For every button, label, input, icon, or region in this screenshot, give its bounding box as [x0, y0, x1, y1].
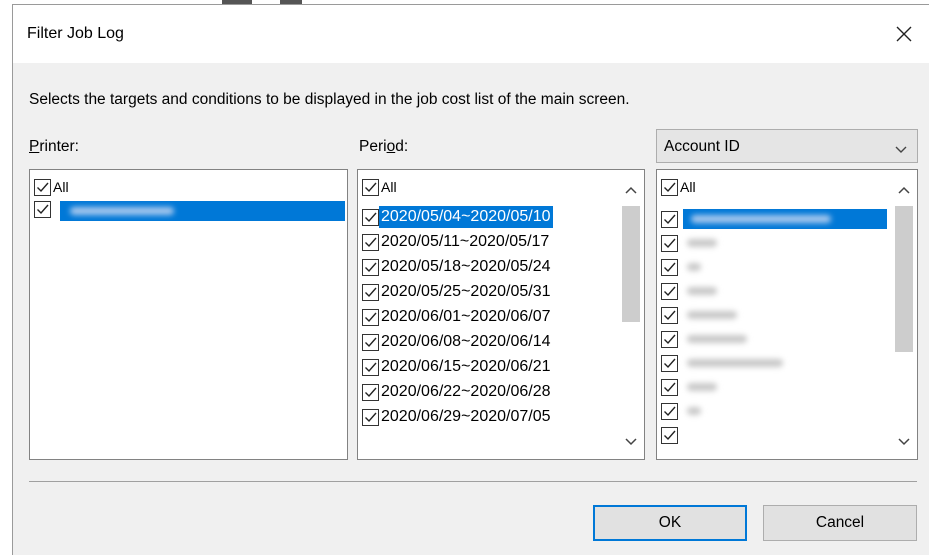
checkbox[interactable] — [34, 178, 51, 196]
checkbox[interactable] — [661, 282, 678, 300]
scroll-up-icon[interactable] — [623, 184, 639, 196]
redacted-text — [687, 335, 747, 343]
account-item[interactable] — [661, 208, 678, 230]
account-item[interactable] — [661, 376, 678, 398]
checkbox[interactable] — [661, 402, 678, 420]
period-list[interactable]: All 2020/05/04~2020/05/10 2020/05/11~202… — [357, 169, 645, 460]
checkbox[interactable] — [661, 178, 678, 196]
period-item[interactable]: 2020/06/01~2020/06/07 — [362, 306, 553, 328]
scroll-down-icon[interactable] — [623, 436, 639, 448]
checkbox[interactable] — [661, 426, 678, 444]
checkbox[interactable] — [362, 383, 379, 401]
account-item[interactable] — [661, 256, 678, 278]
period-item[interactable]: 2020/06/22~2020/06/28 — [362, 381, 553, 403]
printer-item-all[interactable]: All — [34, 176, 71, 198]
account-item[interactable] — [661, 328, 678, 350]
separator — [29, 481, 917, 482]
printer-list[interactable]: All — [29, 169, 348, 460]
account-item[interactable] — [661, 232, 678, 254]
redacted-text — [687, 383, 717, 391]
redacted-text — [687, 287, 717, 295]
scrollbar-thumb[interactable] — [622, 206, 640, 322]
dropdown-value: Account ID — [664, 138, 740, 155]
scroll-up-icon[interactable] — [896, 184, 912, 196]
checkbox[interactable] — [661, 378, 678, 396]
period-item[interactable]: 2020/06/29~2020/07/05 — [362, 406, 553, 428]
period-item[interactable]: 2020/05/18~2020/05/24 — [362, 256, 553, 278]
checkbox[interactable] — [362, 258, 379, 276]
ok-button[interactable]: OK — [593, 505, 747, 541]
chevron-down-icon — [895, 141, 907, 159]
account-id-list[interactable]: All — [656, 169, 918, 460]
checkbox[interactable] — [362, 408, 379, 426]
redacted-text — [687, 239, 717, 247]
account-item-all[interactable]: All — [661, 176, 698, 198]
printer-label: Printer: — [29, 138, 79, 155]
period-item[interactable]: 2020/06/08~2020/06/14 — [362, 331, 553, 353]
filter-job-log-dialog: Filter Job Log Selects the targets and c… — [12, 4, 929, 555]
dialog-title: Filter Job Log — [27, 25, 124, 42]
cancel-button[interactable]: Cancel — [763, 505, 917, 541]
period-item[interactable]: 2020/05/11~2020/05/17 — [362, 231, 551, 253]
redacted-text — [687, 407, 701, 415]
account-item[interactable] — [661, 400, 678, 422]
period-label: Period: — [359, 138, 409, 155]
scroll-down-icon[interactable] — [896, 436, 912, 448]
checkbox[interactable] — [362, 178, 379, 196]
period-item[interactable]: 2020/05/04~2020/05/10 — [362, 206, 553, 228]
printer-item-redacted[interactable] — [34, 198, 51, 220]
checkbox[interactable] — [661, 330, 678, 348]
period-item[interactable]: 2020/05/25~2020/05/31 — [362, 281, 553, 303]
checkbox[interactable] — [362, 308, 379, 326]
redacted-text — [687, 359, 783, 367]
checkbox[interactable] — [362, 208, 379, 226]
period-item[interactable]: 2020/06/15~2020/06/21 — [362, 356, 553, 378]
checkbox[interactable] — [362, 333, 379, 351]
account-scrollbar[interactable] — [891, 170, 917, 459]
redacted-text — [70, 207, 174, 215]
title-bar: Filter Job Log — [13, 5, 929, 63]
checkbox[interactable] — [661, 210, 678, 228]
account-item[interactable] — [661, 424, 678, 446]
checkbox[interactable] — [661, 234, 678, 252]
account-item[interactable] — [661, 280, 678, 302]
dialog-description: Selects the targets and conditions to be… — [29, 91, 630, 108]
account-id-dropdown[interactable]: Account ID — [656, 129, 918, 163]
checkbox[interactable] — [362, 283, 379, 301]
checkbox[interactable] — [661, 354, 678, 372]
checkbox[interactable] — [661, 306, 678, 324]
account-item[interactable] — [661, 304, 678, 326]
close-icon[interactable] — [889, 19, 919, 49]
account-item[interactable] — [661, 352, 678, 374]
redacted-text — [687, 311, 737, 319]
period-scrollbar[interactable] — [618, 170, 644, 459]
redacted-text — [687, 263, 701, 271]
checkbox[interactable] — [362, 358, 379, 376]
period-item-all[interactable]: All — [362, 176, 399, 198]
redacted-text — [691, 215, 831, 223]
checkbox[interactable] — [34, 200, 51, 218]
checkbox[interactable] — [661, 258, 678, 276]
checkbox[interactable] — [362, 233, 379, 251]
scrollbar-thumb[interactable] — [895, 206, 913, 352]
